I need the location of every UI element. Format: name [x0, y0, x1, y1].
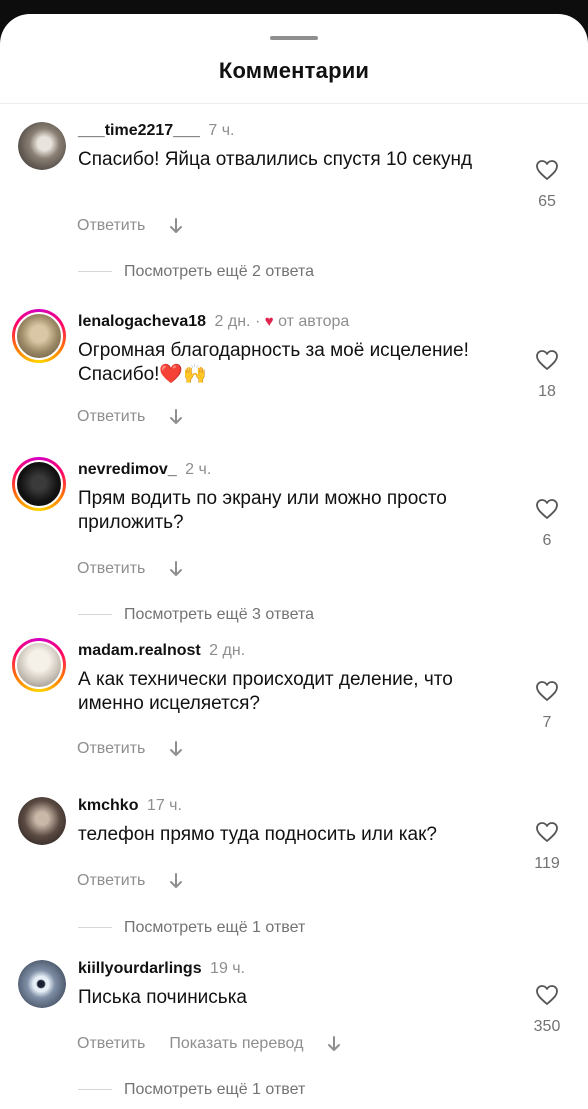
heart-outline-icon[interactable]: [535, 821, 559, 843]
reply-button[interactable]: Ответить: [77, 217, 145, 234]
username[interactable]: nevredimov_: [78, 461, 177, 478]
like-control[interactable]: 119: [530, 821, 564, 873]
timestamp: 2 дн. ·: [214, 313, 261, 330]
timestamp: 7 ч.: [208, 122, 235, 139]
header-divider: [0, 103, 588, 104]
view-replies-button[interactable]: Посмотреть ещё 1 ответ: [78, 919, 305, 937]
like-count: 65: [538, 193, 556, 210]
avatar[interactable]: [12, 638, 66, 692]
heart-outline-icon[interactable]: [535, 680, 559, 702]
replies-line: [78, 614, 112, 616]
username[interactable]: kmchko: [78, 797, 138, 814]
like-control[interactable]: 350: [530, 984, 564, 1036]
arrow-down-icon[interactable]: [169, 872, 183, 890]
avatar[interactable]: [18, 797, 66, 845]
view-replies-label: Посмотреть ещё 1 ответ: [124, 1081, 306, 1098]
like-control[interactable]: 6: [530, 498, 564, 550]
reply-button[interactable]: Ответить: [77, 872, 145, 889]
timestamp: 19 ч.: [210, 960, 246, 977]
avatar[interactable]: [18, 122, 66, 170]
like-count: 119: [534, 855, 560, 872]
arrow-down-icon[interactable]: [169, 560, 183, 578]
like-count: 18: [538, 383, 556, 400]
username[interactable]: lenalogacheva18: [78, 313, 206, 330]
comment-text: А как технически происходит деление, что…: [78, 669, 453, 714]
timestamp: 2 дн.: [209, 642, 246, 659]
heart-outline-icon[interactable]: [535, 349, 559, 371]
heart-outline-icon[interactable]: [535, 984, 559, 1006]
timestamp: 17 ч.: [146, 797, 182, 814]
like-control[interactable]: 7: [530, 680, 564, 732]
reply-button[interactable]: Ответить: [77, 740, 145, 757]
reply-button[interactable]: Ответить: [77, 560, 145, 577]
username[interactable]: kiillyourdarlings: [78, 960, 202, 977]
like-count: 6: [542, 532, 552, 549]
heart-outline-icon[interactable]: [535, 498, 559, 520]
replies-line: [78, 927, 112, 929]
drag-handle[interactable]: [270, 36, 318, 40]
view-replies-button[interactable]: Посмотреть ещё 3 ответа: [78, 606, 314, 624]
sheet-title: Комментарии: [218, 58, 370, 83]
like-count: 350: [533, 1018, 561, 1035]
like-control[interactable]: 65: [530, 159, 564, 211]
comment-text: Огромная благодарность за моё исцеление!…: [78, 340, 469, 385]
view-replies-label: Посмотреть ещё 3 ответа: [124, 606, 315, 623]
avatar[interactable]: [12, 309, 66, 363]
comment-text: телефон прямо туда подносить или как?: [78, 824, 437, 845]
view-replies-label: Посмотреть ещё 2 ответа: [124, 263, 315, 280]
view-replies-button[interactable]: Посмотреть ещё 1 ответ: [78, 1081, 305, 1099]
author-like-label: от автора: [278, 313, 350, 330]
comment-text: Писька починиська: [78, 987, 247, 1008]
view-replies-button[interactable]: Посмотреть ещё 2 ответа: [78, 263, 314, 281]
reply-button[interactable]: Ответить: [77, 408, 145, 425]
avatar[interactable]: [18, 960, 66, 1008]
replies-line: [78, 1089, 112, 1091]
timestamp: 2 ч.: [185, 461, 212, 478]
avatar[interactable]: [12, 457, 66, 511]
comment-text: Спасибо! Яйца отвалились спустя 10 секун…: [78, 149, 473, 170]
username[interactable]: ___time2217___: [78, 122, 200, 139]
comment-text: Прям водить по экрану или можно просто п…: [78, 488, 447, 533]
like-control[interactable]: 18: [530, 349, 564, 401]
reply-button[interactable]: Ответить: [77, 1035, 145, 1052]
translate-button[interactable]: Показать перевод: [169, 1035, 303, 1052]
red-heart-icon: ♥: [264, 313, 274, 330]
arrow-down-icon[interactable]: [327, 1035, 341, 1053]
arrow-down-icon[interactable]: [169, 740, 183, 758]
arrow-down-icon[interactable]: [169, 217, 183, 235]
like-count: 7: [542, 714, 552, 731]
username[interactable]: madam.realnost: [78, 642, 201, 659]
view-replies-label: Посмотреть ещё 1 ответ: [124, 919, 306, 936]
replies-line: [78, 271, 112, 273]
arrow-down-icon[interactable]: [169, 408, 183, 426]
heart-outline-icon[interactable]: [535, 159, 559, 181]
comments-sheet: Комментарии ___time2217___ 7 ч. Спасибо!…: [0, 14, 588, 1109]
